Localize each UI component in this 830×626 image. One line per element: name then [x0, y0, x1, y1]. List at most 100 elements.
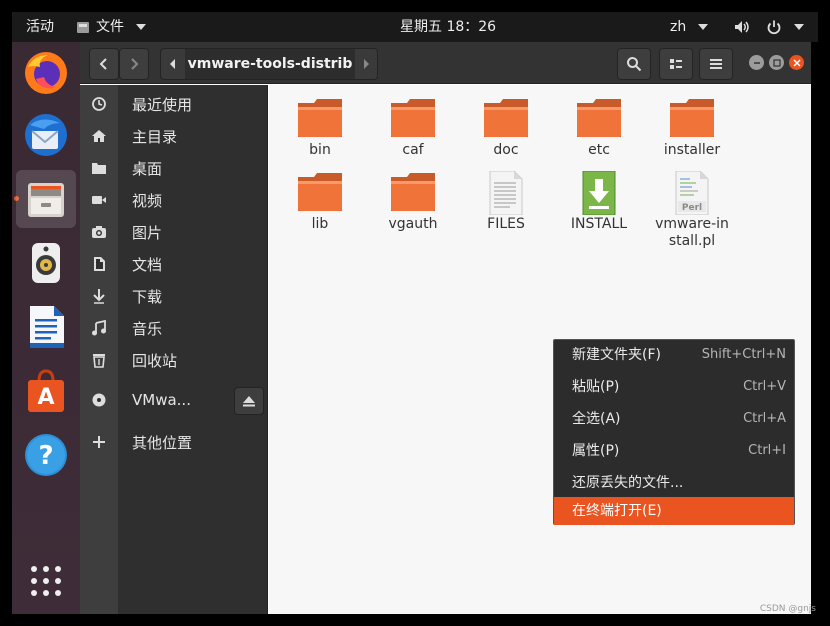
power-icon: [767, 20, 781, 35]
file-item[interactable]: Perl vmware-install.pl: [652, 161, 732, 249]
file-item[interactable]: doc: [466, 87, 546, 167]
places-sidebar: 最近使用 主目录 桌面 视频 图片 文档 下载 音乐 回收站 VMwa... 其…: [80, 85, 268, 614]
sidebar-item-label: 文档: [132, 255, 163, 274]
sidebar-item-label: 桌面: [132, 159, 163, 178]
install-file-icon: [582, 171, 616, 215]
sidebar-item-music[interactable]: 音乐: [80, 312, 268, 344]
perl-badge: Perl: [682, 203, 702, 213]
sidebar-item-label: 回收站: [132, 351, 178, 370]
file-item[interactable]: installer: [652, 87, 732, 167]
activities-button[interactable]: 活动: [26, 12, 54, 42]
search-icon: [627, 57, 642, 72]
maximize-button[interactable]: [769, 55, 784, 70]
sidebar-item-trash[interactable]: 回收站: [80, 344, 268, 376]
file-item[interactable]: bin: [280, 87, 360, 167]
menu-item-label: 还原丢失的文件...: [572, 475, 684, 491]
help-icon: ?: [25, 434, 67, 476]
menu-item-new-folder[interactable]: 新建文件夹(F) Shift+Ctrl+N: [554, 340, 794, 370]
menu-item-select-all[interactable]: 全选(A) Ctrl+A: [554, 404, 794, 434]
input-method-menu[interactable]: zh: [670, 12, 709, 42]
path-segment-current[interactable]: vmware-tools-distrib: [185, 49, 355, 79]
chevron-right-icon: [131, 58, 139, 70]
back-button[interactable]: [89, 48, 119, 80]
sidebar-item-documents[interactable]: 文档: [80, 248, 268, 280]
folder-icon: [391, 173, 435, 211]
dock-software[interactable]: A: [16, 362, 76, 420]
file-item[interactable]: etc: [559, 87, 639, 167]
dock-thunderbird[interactable]: [16, 106, 76, 164]
chevron-down-icon: [698, 24, 709, 30]
text-file-icon: [489, 171, 523, 215]
libreoffice-writer-icon: [30, 306, 64, 348]
sidebar-item-desktop[interactable]: 桌面: [80, 152, 268, 184]
path-left-arrow-icon[interactable]: [168, 49, 178, 79]
sidebar-item-pictures[interactable]: 图片: [80, 216, 268, 248]
sidebar-item-other-locations[interactable]: 其他位置: [80, 426, 268, 458]
header-bar: vmware-tools-distrib: [80, 42, 811, 84]
sidebar-item-home[interactable]: 主目录: [80, 120, 268, 152]
camera-icon: [89, 222, 109, 242]
close-icon: [792, 58, 801, 67]
minimize-icon: [753, 61, 760, 64]
home-icon: [89, 126, 109, 146]
files-window: vmware-tools-distrib 最近使用 主目录 桌面 视频 图片 文…: [80, 42, 811, 614]
close-button[interactable]: [789, 55, 804, 70]
top-bar: 活动 文件 星期五 18：26 zh: [12, 12, 818, 42]
menu-item-open-in-terminal[interactable]: 在终端打开(E): [554, 497, 794, 525]
menu-item-label: 在终端打开(E): [572, 503, 662, 519]
folder-icon: [484, 99, 528, 137]
file-item[interactable]: lib: [280, 161, 360, 241]
forward-button[interactable]: [119, 48, 149, 80]
file-name: vgauth: [388, 216, 438, 232]
app-menu-label: 文件: [96, 19, 124, 35]
path-right-arrow-icon[interactable]: [361, 49, 371, 79]
sidebar-item-downloads[interactable]: 下载: [80, 280, 268, 312]
clock-icon: [89, 94, 109, 114]
dock-rhythmbox[interactable]: [16, 234, 76, 292]
file-name: etc: [588, 142, 610, 158]
file-item[interactable]: FILES: [466, 161, 546, 241]
chevron-down-icon: [136, 24, 146, 30]
eject-button[interactable]: [234, 387, 264, 415]
file-name: installer: [663, 142, 721, 158]
clock[interactable]: 星期五 18：26: [400, 12, 496, 42]
file-item[interactable]: vgauth: [373, 161, 453, 241]
dock-show-apps[interactable]: [16, 552, 76, 610]
dock-firefox[interactable]: [16, 44, 76, 102]
menu-item-shortcut: Ctrl+I: [748, 443, 786, 458]
menu-button[interactable]: [699, 48, 733, 80]
system-menu[interactable]: [734, 12, 804, 42]
context-menu: 新建文件夹(F) Shift+Ctrl+N 粘贴(P) Ctrl+V 全选(A)…: [553, 339, 795, 525]
menu-item-properties[interactable]: 属性(P) Ctrl+I: [554, 436, 794, 466]
sidebar-item-label: 音乐: [132, 319, 163, 338]
eject-icon: [243, 396, 255, 407]
sidebar-item-videos[interactable]: 视频: [80, 184, 268, 216]
activities-label: 活动: [26, 19, 54, 35]
watermark: CSDN @gnjs: [759, 604, 816, 614]
search-button[interactable]: [617, 48, 651, 80]
folder-icon: [670, 99, 714, 137]
dock-writer[interactable]: [16, 298, 76, 356]
menu-item-paste[interactable]: 粘贴(P) Ctrl+V: [554, 372, 794, 402]
thunderbird-icon: [25, 114, 67, 156]
menu-item-label: 粘贴(P): [572, 379, 620, 395]
list-view-icon: [670, 59, 682, 69]
sidebar-item-recent[interactable]: 最近使用: [80, 88, 268, 120]
rhythmbox-icon: [32, 243, 60, 283]
minimize-button[interactable]: [749, 55, 764, 70]
maximize-icon: [772, 58, 781, 67]
file-item[interactable]: caf: [373, 87, 453, 167]
dock-files[interactable]: [16, 170, 76, 228]
file-name: bin: [309, 142, 331, 158]
app-menu-button[interactable]: 文件: [76, 12, 146, 42]
sidebar-item-label: 最近使用: [132, 95, 193, 114]
sidebar-item-label: 主目录: [132, 127, 178, 146]
menu-item-restore-missing[interactable]: 还原丢失的文件...: [554, 468, 794, 498]
sidebar-item-label: VMwa...: [132, 391, 191, 409]
file-name: vmware-install.pl: [655, 216, 729, 249]
sidebar-item-label: 图片: [132, 223, 163, 242]
dock-help[interactable]: ?: [16, 426, 76, 484]
view-toggle-button[interactable]: [659, 48, 693, 80]
file-item[interactable]: INSTALL: [559, 161, 639, 241]
clock-label: 星期五 18：26: [400, 19, 497, 35]
